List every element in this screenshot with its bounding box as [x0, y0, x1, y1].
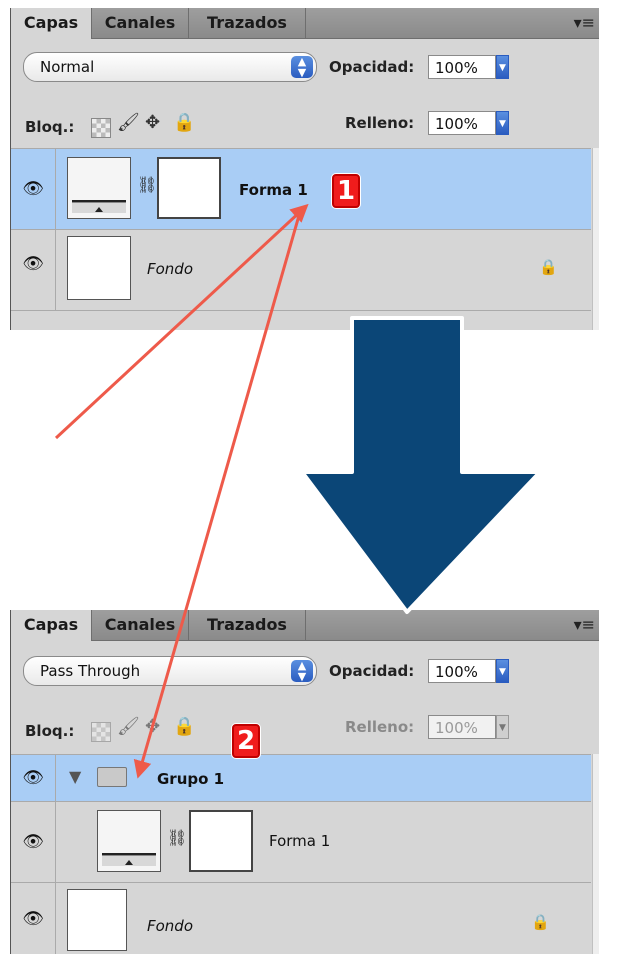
panel-menu-icon[interactable]: ▾≡	[574, 615, 595, 634]
link-chain-icon[interactable]: ⛓	[137, 175, 157, 194]
scrollbar[interactable]	[592, 754, 599, 954]
layer-row-fondo[interactable]: 👁 Fondo 🔒	[11, 229, 591, 310]
eye-column-divider	[55, 802, 56, 882]
lock-transparency-icon[interactable]	[91, 722, 111, 742]
fill-dropdown-icon[interactable]: ▼	[496, 111, 509, 135]
eye-column-divider	[55, 755, 56, 801]
layer-name: Grupo 1	[157, 770, 225, 788]
folder-icon	[97, 767, 127, 787]
opacity-input[interactable]: 100%	[428, 55, 496, 79]
eye-icon[interactable]: 👁	[19, 766, 47, 790]
layer-name: Forma 1	[269, 832, 331, 850]
link-chain-icon[interactable]: ⛓	[167, 828, 187, 847]
eye-icon[interactable]: 👁	[19, 252, 47, 276]
background-thumbnail	[67, 889, 127, 951]
layer-name: Forma 1	[239, 181, 308, 199]
layer-row-forma1[interactable]: 👁 ⛓ Forma 1	[11, 801, 591, 882]
layer-row-grupo1[interactable]: 👁 ▼ Grupo 1	[11, 754, 591, 801]
scrollbar[interactable]	[592, 148, 599, 330]
brush-icon[interactable]: 🖌	[117, 716, 140, 737]
layer-name: Fondo	[147, 260, 194, 278]
panel-menu-icon[interactable]: ▾≡	[574, 13, 595, 32]
layers-panel-before: Capas Canales Trazados ▾≡ Normal ▲ ▼ Opac…	[10, 8, 599, 330]
tab-canales[interactable]: Canales	[92, 610, 189, 640]
tab-trazados[interactable]: Trazados	[189, 8, 306, 38]
fill-label: Relleno:	[345, 718, 415, 736]
tab-canales[interactable]: Canales	[92, 8, 189, 38]
lock-label: Bloq.:	[25, 722, 75, 740]
fill-input: 100%	[428, 715, 496, 739]
eye-column-divider	[55, 230, 56, 310]
opacity-dropdown-icon[interactable]: ▼	[496, 55, 509, 79]
eye-column-divider	[55, 149, 56, 229]
lock-transparency-icon[interactable]	[91, 118, 111, 138]
eye-icon[interactable]: 👁	[19, 907, 47, 931]
fill-input[interactable]: 100%	[428, 111, 496, 135]
fill-label: Relleno:	[345, 114, 415, 132]
lock-icon: 🔒	[531, 913, 550, 931]
fill-dropdown-icon: ▼	[496, 715, 509, 739]
layer-name: Fondo	[147, 917, 194, 935]
tab-capas[interactable]: Capas	[11, 610, 92, 641]
panel-tab-bar: Capas Canales Trazados ▾≡	[11, 8, 599, 39]
opacity-dropdown-icon[interactable]: ▼	[496, 659, 509, 683]
blend-mode-stepper-icon: ▲ ▼	[291, 56, 313, 78]
opacity-label: Opacidad:	[329, 58, 415, 76]
move-icon[interactable]: ✥	[145, 112, 160, 133]
blend-mode-select[interactable]: Normal ▲ ▼	[23, 52, 317, 82]
brush-icon[interactable]: 🖌	[117, 112, 140, 133]
blend-mode-stepper-icon: ▲ ▼	[291, 660, 313, 682]
vector-mask-thumbnail	[189, 810, 253, 872]
panel-tab-bar: Capas Canales Trazados ▾≡	[11, 610, 599, 641]
lock-icon[interactable]: 🔒	[173, 716, 195, 737]
big-down-arrow	[300, 316, 542, 614]
layer-row-fondo[interactable]: 👁 Fondo 🔒	[11, 882, 591, 954]
shape-thumbnail	[67, 157, 131, 219]
blend-mode-value: Pass Through	[40, 662, 141, 680]
eye-column-divider	[55, 883, 56, 954]
move-icon[interactable]: ✥	[145, 716, 160, 737]
opacity-label: Opacidad:	[329, 662, 415, 680]
lock-icon: 🔒	[539, 258, 558, 276]
eye-icon[interactable]: 👁	[19, 177, 47, 201]
lock-icon[interactable]: 🔒	[173, 112, 195, 133]
blend-mode-select[interactable]: Pass Through ▲ ▼	[23, 656, 317, 686]
vector-mask-thumbnail	[157, 157, 221, 219]
disclosure-triangle-icon[interactable]: ▼	[69, 767, 81, 786]
eye-icon[interactable]: 👁	[19, 830, 47, 854]
empty-area	[11, 310, 591, 330]
step-badge-2: 2	[232, 724, 260, 758]
tab-capas[interactable]: Capas	[11, 8, 92, 39]
layers-panel-after: Capas Canales Trazados ▾≡ Pass Through ▲…	[10, 610, 599, 954]
opacity-input[interactable]: 100%	[428, 659, 496, 683]
shape-thumbnail	[97, 810, 161, 872]
background-thumbnail	[67, 236, 131, 300]
tab-trazados[interactable]: Trazados	[189, 610, 306, 640]
layer-row-forma1[interactable]: 👁 ⛓ Forma 1	[11, 148, 591, 229]
blend-mode-value: Normal	[40, 58, 95, 76]
step-badge-1: 1	[332, 174, 360, 208]
lock-label: Bloq.:	[25, 118, 75, 136]
